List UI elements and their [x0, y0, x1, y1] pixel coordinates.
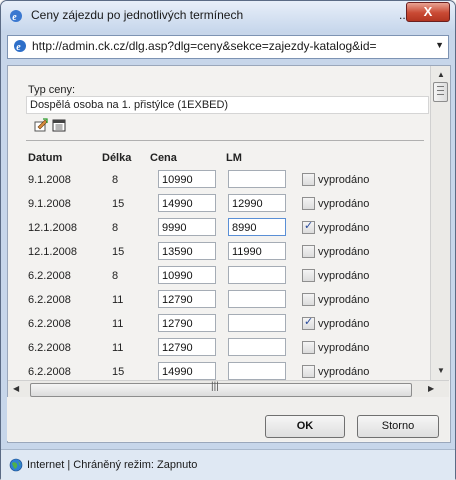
row-length: 11 [112, 342, 124, 354]
address-dropdown-icon[interactable]: ▼ [435, 40, 444, 50]
row-date: 12.1.2008 [28, 246, 77, 258]
status-text: Internet | Chráněný režim: Zapnuto [27, 459, 198, 471]
lm-input[interactable] [228, 266, 286, 284]
calendar-icon[interactable] [52, 118, 66, 132]
sold-out-label: vyprodáno [318, 318, 370, 330]
lm-input[interactable] [228, 170, 286, 188]
sold-out-label: vyprodáno [318, 174, 370, 186]
price-input[interactable]: 12790 [158, 290, 216, 308]
checkmark-icon: ✓ [304, 316, 314, 328]
horizontal-scrollbar[interactable]: ◀ ||| ▶ [8, 380, 449, 398]
scroll-down-icon[interactable]: ▼ [437, 366, 445, 375]
window-title: Ceny zájezdu po jednotlivých termínech [31, 8, 244, 22]
price-input[interactable]: 12790 [158, 338, 216, 356]
lm-input[interactable]: 11990 [228, 242, 286, 260]
separator-line [26, 140, 424, 141]
header-lm: LM [226, 152, 242, 164]
row-length: 15 [112, 366, 125, 378]
cancel-button[interactable]: Storno [357, 415, 439, 438]
header-date: Datum [28, 152, 63, 164]
svg-text:e: e [12, 12, 17, 23]
dialog-content: Typ ceny: Dospělá osoba na 1. přistýlce … [7, 65, 451, 443]
vertical-scrollbar[interactable]: ▲ ▼ [430, 66, 450, 380]
lm-input[interactable] [228, 362, 286, 380]
ie-icon: e [10, 10, 22, 23]
svg-text:e: e [16, 42, 21, 53]
header-price: Cena [150, 152, 177, 164]
scroll-right-icon[interactable]: ▶ [428, 384, 434, 393]
price-input[interactable]: 14990 [158, 194, 216, 212]
row-length: 8 [112, 270, 119, 282]
header-length: Délka [102, 152, 132, 164]
price-input[interactable]: 9990 [158, 218, 216, 236]
lm-input[interactable] [228, 314, 286, 332]
price-type-label: Typ ceny: [28, 84, 76, 96]
row-date: 9.1.2008 [28, 174, 71, 186]
status-bar: Internet | Chráněný režim: Zapnuto [1, 449, 455, 480]
row-length: 8 [112, 222, 119, 234]
vertical-scroll-thumb[interactable] [433, 82, 448, 102]
row-date: 6.2.2008 [28, 270, 71, 282]
sold-out-checkbox[interactable] [302, 269, 315, 282]
row-date: 6.2.2008 [28, 318, 71, 330]
lm-input[interactable] [228, 290, 286, 308]
ie-page-icon: e [14, 40, 26, 53]
sold-out-checkbox[interactable] [302, 341, 315, 354]
sold-out-label: vyprodáno [318, 222, 370, 234]
address-url[interactable]: http://admin.ck.cz/dlg.asp?dlg=ceny&sekc… [32, 39, 430, 53]
row-date: 6.2.2008 [28, 294, 71, 306]
price-input[interactable]: 13590 [158, 242, 216, 260]
sold-out-label: vyprodáno [318, 246, 370, 258]
sold-out-checkbox[interactable] [302, 197, 315, 210]
row-length: 11 [112, 318, 124, 330]
price-input[interactable]: 12790 [158, 314, 216, 332]
sold-out-label: vyprodáno [318, 294, 370, 306]
scroll-up-icon[interactable]: ▲ [437, 70, 445, 79]
scroll-left-icon[interactable]: ◀ [13, 384, 19, 393]
price-type-value: Dospělá osoba na 1. přistýlce (1EXBED) [26, 96, 429, 114]
sold-out-label: vyprodáno [318, 270, 370, 282]
address-bar[interactable]: e http://admin.ck.cz/dlg.asp?dlg=ceny&se… [7, 35, 449, 59]
checkmark-icon: ✓ [304, 220, 314, 232]
row-date: 6.2.2008 [28, 366, 71, 378]
price-input[interactable]: 10990 [158, 170, 216, 188]
title-bar[interactable]: e Ceny zájezdu po jednotlivých termínech… [1, 1, 455, 31]
dialog-window: e Ceny zájezdu po jednotlivých termínech… [0, 0, 456, 480]
price-input[interactable]: 14990 [158, 362, 216, 380]
row-length: 8 [112, 174, 119, 186]
edit-icon[interactable] [34, 118, 48, 132]
row-date: 9.1.2008 [28, 198, 71, 210]
globe-icon [9, 458, 23, 472]
row-length: 15 [112, 198, 125, 210]
sold-out-label: vyprodáno [318, 366, 370, 378]
sold-out-checkbox[interactable]: ✓ [302, 316, 315, 330]
sold-out-checkbox[interactable] [302, 245, 315, 258]
sold-out-checkbox[interactable] [302, 293, 315, 306]
sold-out-checkbox[interactable] [302, 365, 315, 378]
sold-out-label: vyprodáno [318, 342, 370, 354]
row-date: 6.2.2008 [28, 342, 71, 354]
sold-out-checkbox[interactable]: ✓ [302, 220, 315, 234]
lm-input[interactable]: 8990 [228, 218, 286, 236]
lm-input[interactable] [228, 338, 286, 356]
price-input[interactable]: 10990 [158, 266, 216, 284]
horizontal-scroll-thumb[interactable]: ||| [30, 381, 412, 397]
sold-out-label: vyprodáno [318, 198, 370, 210]
row-length: 15 [112, 246, 125, 258]
lm-input[interactable]: 12990 [228, 194, 286, 212]
row-date: 12.1.2008 [28, 222, 77, 234]
close-button[interactable]: X [406, 2, 450, 22]
ok-button[interactable]: OK [265, 415, 345, 438]
sold-out-checkbox[interactable] [302, 173, 315, 186]
row-length: 11 [112, 294, 124, 306]
